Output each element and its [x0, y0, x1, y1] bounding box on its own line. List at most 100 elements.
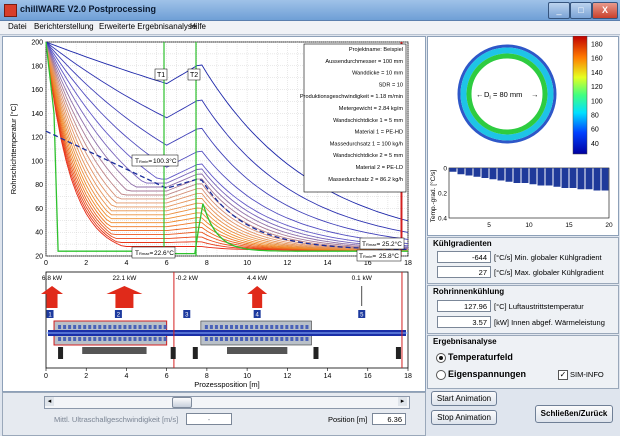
main-y-tick-label: 100: [31, 158, 43, 165]
spray-nozzle-icon: [240, 337, 244, 341]
marker-t2-label: T2: [190, 72, 198, 79]
spray-nozzle-icon: [73, 325, 77, 329]
spray-nozzle-icon: [260, 337, 264, 341]
temperaturfeld-radio[interactable]: [436, 353, 446, 363]
line-x-tick-label: 12: [283, 373, 291, 380]
spray-nozzle-icon: [204, 337, 208, 341]
spray-nozzle-icon: [148, 325, 152, 329]
spray-nozzle-icon: [224, 325, 228, 329]
temperaturfeld-label[interactable]: Temperaturfeld: [448, 352, 513, 362]
gradient-x-tick-label: 20: [605, 222, 613, 229]
menu-erweiterte-ergebnisanalyse[interactable]: Erweiterte Ergebnisanalyse: [99, 22, 196, 31]
spray-nozzle-icon: [305, 337, 309, 341]
spray-nozzle-icon: [163, 325, 167, 329]
main-x-tick-label: 10: [243, 260, 251, 267]
stand-leg: [313, 347, 319, 359]
gradient-y-tick-label: 0: [443, 166, 447, 173]
title-bar: chillWARE V2.0 Postprocessing _ □ X: [0, 0, 620, 21]
eigenspannungen-label[interactable]: Eigenspannungen: [448, 369, 526, 379]
annotation-tmax-left-prefix: TRmax=: [135, 250, 153, 257]
main-x-tick-label: 0: [44, 260, 48, 267]
sim-info-checkbox[interactable]: ✓: [558, 370, 568, 380]
spray-nozzle-icon: [255, 325, 259, 329]
info-box-line: Material 2 = PE-LD: [356, 165, 403, 171]
spray-nozzle-icon: [158, 337, 162, 341]
info-box-line: Wanddicke = 10 mm: [352, 71, 403, 77]
spray-nozzle-icon: [250, 337, 254, 341]
gradient-x-tick-label: 10: [525, 222, 533, 229]
spray-nozzle-icon: [83, 325, 87, 329]
spray-nozzle-icon: [280, 325, 284, 329]
spray-nozzle-icon: [83, 337, 87, 341]
spray-nozzle-icon: [118, 325, 122, 329]
menu-hilfe[interactable]: Hilfe: [190, 22, 206, 31]
minimize-button[interactable]: _: [548, 2, 570, 19]
annotation-tmin-mid-prefix: TRmin=: [135, 158, 152, 165]
spray-nozzle-icon: [214, 337, 218, 341]
spray-nozzle-icon: [78, 325, 82, 329]
spray-nozzle-icon: [245, 325, 249, 329]
temperature-chart: T1 T2 200 180 160 140 120 100 80 60 40 20 0 2 4 6 8 10…: [9, 40, 412, 268]
spray-nozzle-icon: [153, 325, 157, 329]
color-scale-tick-label: 160: [591, 56, 603, 63]
spray-nozzle-icon: [219, 325, 223, 329]
main-x-tick-label: 18: [404, 260, 412, 267]
position-field[interactable]: 6.36: [372, 413, 406, 425]
gradient-bar: [585, 168, 593, 190]
position-slider-track[interactable]: [44, 396, 410, 409]
gradient-x-tick-label: 15: [565, 222, 573, 229]
ultrasound-label: Mittl. Ultraschallgeschwindigkeit [m/s]: [54, 415, 179, 424]
info-box-line: SDR = 10: [379, 82, 403, 88]
menu-datei[interactable]: Datei: [8, 22, 27, 31]
line-x-tick-label: 16: [364, 373, 372, 380]
gradient-bar: [473, 168, 481, 177]
spray-nozzle-icon: [204, 325, 208, 329]
diameter-value: = 80 mm: [493, 90, 522, 99]
gradient-x-tick-label: 5: [487, 222, 491, 229]
position-slider-thumb[interactable]: [171, 397, 192, 408]
spray-nozzle-icon: [158, 325, 162, 329]
info-box-line: Produktionsgeschwindigkeit = 1.18 m/min: [300, 94, 403, 100]
air-exit-temp-field: 127.96: [437, 300, 491, 312]
diameter-arrow-left: ←: [476, 90, 484, 99]
close-window-button[interactable]: X: [592, 2, 618, 19]
sim-info-label[interactable]: SIM-INFO: [570, 370, 604, 379]
spray-nozzle-icon: [138, 337, 142, 341]
line-x-tick-label: 8: [205, 373, 209, 380]
menu-berichterstellung[interactable]: Berichterstellung: [34, 22, 94, 31]
start-animation-button[interactable]: Start Animation: [431, 391, 497, 406]
spray-nozzle-icon: [143, 337, 147, 341]
spray-nozzle-icon: [68, 325, 72, 329]
window-title: chillWARE V2.0 Postprocessing: [20, 4, 157, 14]
slider-left-arrow-icon[interactable]: ◂: [45, 397, 54, 406]
color-scale-tick-label: 60: [591, 127, 599, 134]
eigenspannungen-radio[interactable]: [436, 370, 446, 380]
zone-power-label: 0.1 kW: [352, 275, 373, 282]
maximize-button[interactable]: □: [570, 2, 592, 19]
close-back-button[interactable]: Schließen/Zurück: [535, 405, 613, 423]
spray-nozzle-icon: [265, 325, 269, 329]
spray-nozzle-icon: [209, 337, 213, 341]
gradient-bar: [553, 168, 561, 187]
spray-nozzle-icon: [275, 337, 279, 341]
heat-removed-label: [kW] Innen abgef. Wärmeleistung: [494, 318, 605, 327]
annotation-tmax-right-prefix: TRmax=: [362, 241, 380, 248]
spray-nozzle-icon: [245, 337, 249, 341]
gradient-bar: [505, 168, 513, 182]
gradient-bar: [537, 168, 545, 186]
color-scale-tick-label: 80: [591, 113, 599, 120]
min-gradient-label: [°C/s] Min. globaler Kühlgradient: [494, 253, 602, 262]
marker-t1-label: T1: [157, 72, 165, 79]
spray-nozzle-icon: [250, 325, 254, 329]
slider-right-arrow-icon[interactable]: ▸: [398, 397, 407, 406]
main-y-tick-label: 60: [35, 206, 43, 213]
max-gradient-field: 27: [437, 266, 491, 278]
stop-animation-button[interactable]: Stop Animation: [431, 410, 497, 425]
pipe-cross-section: ← D i = 80 mm → 180160140120100806040 00…: [429, 36, 613, 229]
spray-nozzle-icon: [295, 337, 299, 341]
spray-nozzle-icon: [240, 325, 244, 329]
gradient-bar: [569, 168, 577, 188]
annotation-tmin-right-prefix: TRmin=: [359, 253, 376, 260]
line-x-tick-label: 14: [324, 373, 332, 380]
spray-nozzle-icon: [163, 337, 167, 341]
